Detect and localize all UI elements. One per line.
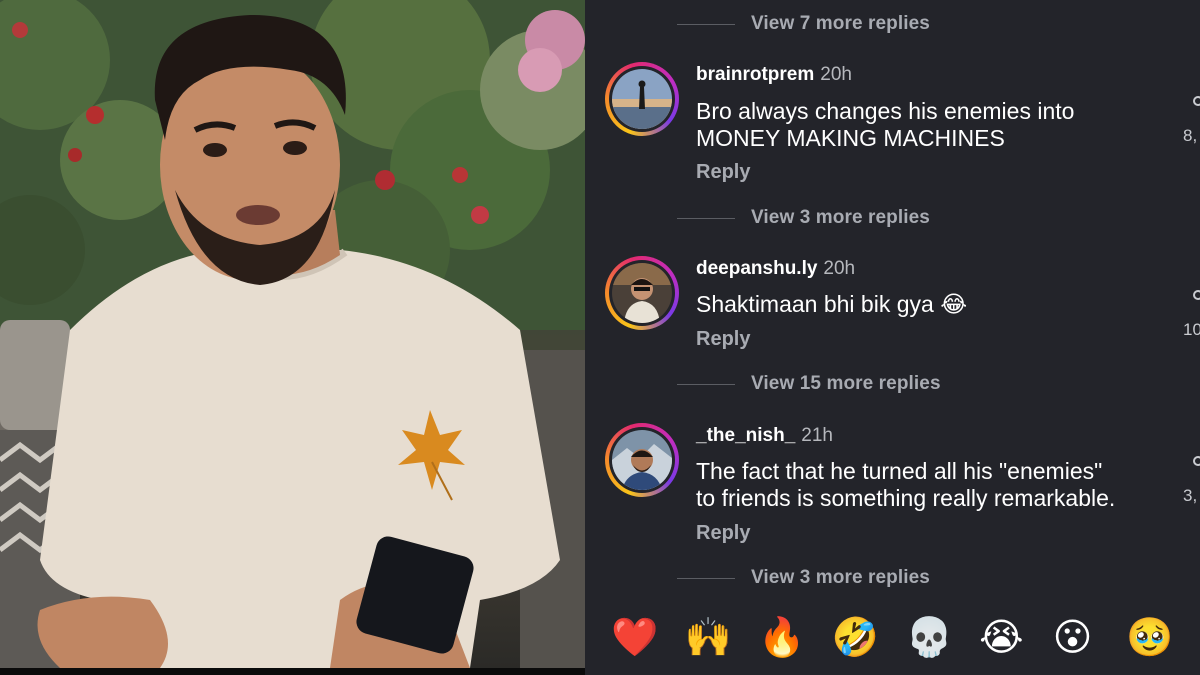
view-more-replies[interactable]: View 3 more replies [585,566,930,590]
surprised-emoji-button[interactable]: 😮 [1053,618,1127,656]
comment-username[interactable]: _the_nish_ 21h [696,425,833,447]
comments-panel[interactable]: View 7 more replies brainrotprem 20h Bro … [585,0,1200,675]
fire-emoji-button[interactable]: 🔥 [758,618,832,656]
comment-time: 20h [820,64,852,85]
like-count: 3, [1183,486,1198,505]
view-more-replies-top[interactable]: View 7 more replies [585,12,930,36]
avatar-image [612,69,672,129]
holding-tears-emoji-button[interactable]: 🥹 [1126,618,1200,656]
avatar-image [612,430,672,490]
divider-line [677,577,735,579]
comment-username[interactable]: deepanshu.ly 20h [696,258,855,280]
emoji-reaction-bar: ❤️ 🙌 🔥 🤣 💀 😭 😮 🥹 [585,598,1200,675]
divider-line [677,23,735,25]
avatar-deepanshu[interactable] [605,256,679,330]
crying-emoji-button[interactable]: 😭 [979,618,1053,656]
view-more-replies[interactable]: View 15 more replies [585,372,941,396]
reply-button[interactable]: Reply [696,522,750,545]
avatar-the-nish[interactable] [605,423,679,497]
rofl-emoji-button[interactable]: 🤣 [832,618,906,656]
comment-username[interactable]: brainrotprem 20h [696,64,852,86]
like-heart-icon[interactable] [1193,96,1200,106]
divider-line [677,383,735,385]
comment-text: Shaktimaan bhi bik gya 😂 [696,291,968,317]
reply-button[interactable]: Reply [696,328,750,351]
like-count: 8, [1183,126,1198,145]
view-more-replies[interactable]: View 3 more replies [585,206,930,230]
comment-text: Bro always changes his enemies into MONE… [696,98,1075,151]
comment-text: The fact that he turned all his "enemies… [696,458,1116,511]
like-count: 10 [1183,320,1200,339]
raised-hands-emoji-button[interactable]: 🙌 [685,618,759,656]
avatar-image [612,263,672,323]
divider-line [677,217,735,219]
heart-emoji-button[interactable]: ❤️ [611,618,685,656]
video-bottom-strip [0,668,585,675]
comment-time: 21h [801,425,833,446]
like-heart-icon[interactable] [1193,290,1200,300]
skull-emoji-button[interactable]: 💀 [906,618,980,656]
comment-time: 20h [823,258,856,279]
man-in-tshirt-photo [0,0,585,668]
like-heart-icon[interactable] [1193,456,1200,466]
video-frame [0,0,585,668]
reply-button[interactable]: Reply [696,161,750,184]
avatar-brainrotprem[interactable] [605,62,679,136]
